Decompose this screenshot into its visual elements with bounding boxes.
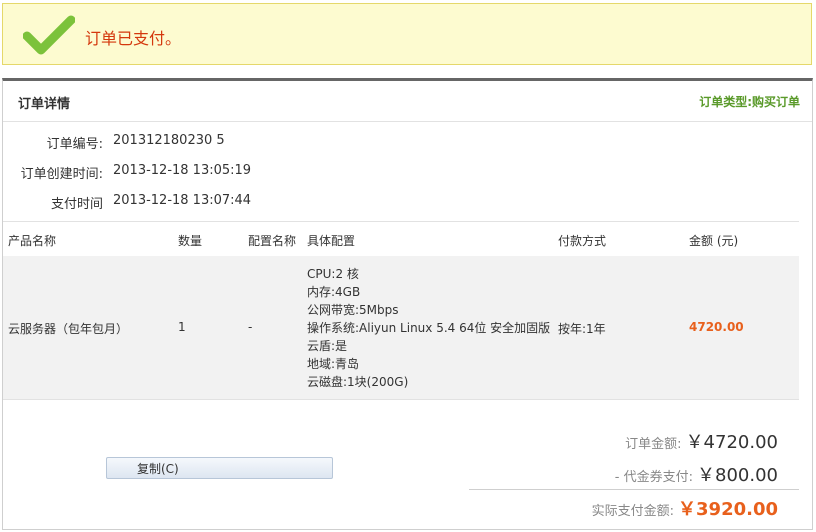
- config-name-cell: -: [248, 320, 253, 334]
- paid-amount-value: ￥3920.00: [678, 499, 778, 520]
- spec-line: 云盾:是: [307, 339, 348, 353]
- order-amount-label: 订单金额:: [625, 437, 682, 452]
- table-header: 产品名称 数量 配置名称 具体配置 付款方式 金额 (元): [3, 221, 799, 257]
- paid-amount-row: 实际支付金额: ￥3920.00: [592, 495, 778, 521]
- order-details-panel: 订单详情 订单类型:购买订单 订单编号: 201312180230 5 订单创建…: [2, 78, 813, 530]
- order-amount-row: 订单金额: ￥4720.00: [625, 428, 778, 454]
- payment-time-row: 支付时间 2013-12-18 13:07:44: [3, 193, 703, 213]
- payment-method-cell: 按年:1年: [558, 322, 606, 336]
- spec-line: 内存:4GB: [307, 285, 361, 299]
- payment-time-label: 支付时间: [50, 197, 103, 212]
- voucher-value: ￥800.00: [697, 465, 778, 486]
- col-payment-method: 付款方式: [558, 234, 607, 248]
- order-amount-value: ￥4720.00: [685, 432, 778, 453]
- order-created-value: 2013-12-18 13:05:19: [113, 163, 252, 178]
- order-number-value: 201312180230 5: [113, 133, 225, 148]
- quantity-cell: 1: [178, 320, 186, 334]
- payment-time-value: 2013-12-18 13:07:44: [113, 193, 252, 208]
- product-name-cell: 云服务器（包年包月）: [8, 322, 129, 336]
- spec-line: 地域:青岛: [307, 357, 360, 371]
- order-created-label: 订单创建时间:: [20, 167, 103, 182]
- paid-amount-label: 实际支付金额:: [591, 504, 675, 519]
- spec-line: 云磁盘:1块(200G): [307, 375, 409, 389]
- order-created-row: 订单创建时间: 2013-12-18 13:05:19: [3, 163, 703, 183]
- spec-line: CPU:2 核: [307, 267, 359, 281]
- col-amount: 金额 (元): [689, 234, 739, 248]
- order-number-row: 订单编号: 201312180230 5: [3, 133, 703, 153]
- order-type-label: 订单类型:购买订单: [699, 95, 800, 109]
- spec-line: 操作系统:Aliyun Linux 5.4 64位 安全加固版: [307, 321, 551, 335]
- voucher-row: - 代金券支付: ￥800.00: [615, 461, 778, 487]
- panel-title: 订单详情: [18, 97, 71, 112]
- amount-cell: 4720.00: [689, 320, 744, 334]
- order-number-label: 订单编号:: [46, 137, 103, 152]
- panel-header: 订单详情 订单类型:购买订单: [3, 81, 812, 122]
- success-banner: 订单已支付。: [2, 3, 812, 65]
- spec-line: 公网带宽:5Mbps: [307, 303, 399, 317]
- table-row: 云服务器（包年包月） 1 - CPU:2 核 内存:4GB 公网带宽:5Mbps…: [3, 256, 799, 400]
- config-detail-cell: CPU:2 核 内存:4GB 公网带宽:5Mbps 操作系统:Aliyun Li…: [307, 265, 550, 391]
- summary-divider: [469, 489, 799, 490]
- voucher-label: - 代金券支付:: [614, 470, 694, 485]
- col-product-name: 产品名称: [8, 234, 57, 248]
- col-config-detail: 具体配置: [307, 234, 356, 248]
- col-config-name: 配置名称: [248, 234, 297, 248]
- copy-button[interactable]: 复制(C): [106, 457, 333, 479]
- success-message: 订单已支付。: [85, 29, 182, 48]
- col-quantity: 数量: [178, 234, 203, 248]
- checkmark-icon: [23, 15, 75, 55]
